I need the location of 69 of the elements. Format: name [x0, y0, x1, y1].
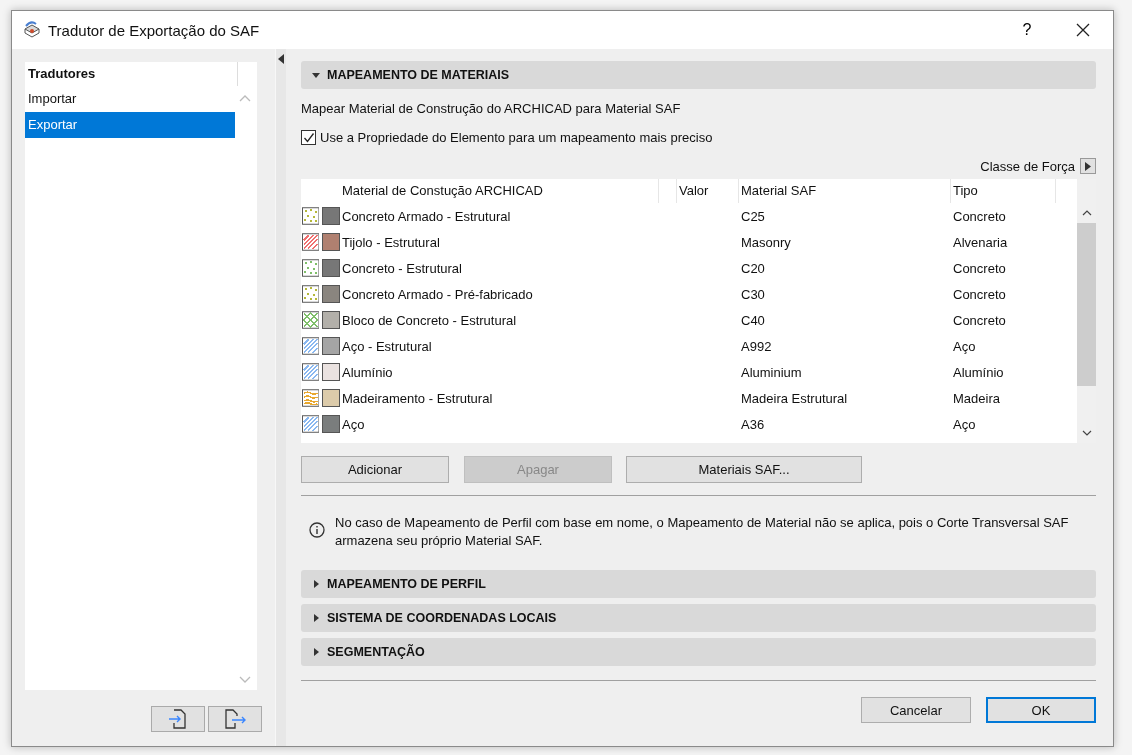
expand-arrow-icon	[311, 613, 321, 623]
table-cell-text: Aluminium	[740, 364, 803, 380]
table-cell-text: Aço	[341, 416, 366, 432]
force-class-button[interactable]	[1080, 158, 1096, 174]
info-icon	[309, 522, 325, 538]
action-button[interactable]: Adicionar	[301, 456, 449, 483]
column-header[interactable]: Material SAF	[739, 179, 951, 203]
section-header[interactable]: SEGMENTAÇÃO	[301, 638, 1096, 666]
table-cell-text: A36	[740, 416, 766, 432]
table-cell-text: Concreto	[952, 260, 1007, 276]
section-title: MAPEAMENTO DE PERFIL	[327, 577, 486, 591]
table-cell-text: C30	[740, 286, 766, 302]
section-header[interactable]: MAPEAMENTO DE PERFIL	[301, 570, 1096, 598]
list-header: Tradutores	[25, 62, 237, 86]
window-title: Tradutor de Exportação do SAF	[48, 21, 260, 39]
section-header[interactable]: SISTEMA DE COORDENADAS LOCAIS	[301, 604, 1096, 632]
section-title: MAPEAMENTO DE MATERIAIS	[327, 68, 510, 82]
table-cell-text: Alumínio	[341, 364, 394, 380]
action-button[interactable]: Materiais SAF...	[626, 456, 862, 483]
collapse-arrow-icon[interactable]	[278, 54, 284, 64]
table-cell-text: Aço	[952, 338, 977, 354]
translator-item[interactable]: Exportar	[25, 112, 235, 138]
table-cell-text: Masonry	[740, 234, 792, 250]
scroll-up-icon[interactable]	[1081, 209, 1092, 217]
checkbox[interactable]	[301, 130, 316, 145]
table-cell-text: Tijolo - Estrutural	[341, 234, 441, 250]
app-icon	[22, 20, 42, 40]
section-title: SEGMENTAÇÃO	[327, 645, 425, 659]
table-cell-text: C20	[740, 260, 766, 276]
table-cell-text: C40	[740, 312, 766, 328]
scroll-down-icon[interactable]	[1081, 429, 1092, 437]
table-cell-text: Bloco de Concreto - Estrutural	[341, 312, 518, 328]
column-header[interactable]: Tipo	[951, 179, 1056, 203]
column-header[interactable]: Material de Constução ARCHICAD	[340, 179, 659, 203]
column-header[interactable]: Valor	[677, 179, 739, 203]
table-cell-text: Alvenaria	[952, 234, 1009, 250]
expand-arrow-icon	[311, 70, 321, 80]
table-cell-text: Concreto	[952, 286, 1007, 302]
checkbox-label: Use a Propriedade do Elemento para um mapeamento mais preciso	[320, 130, 713, 145]
table-cell-text: Madeira Estrutural	[740, 390, 849, 406]
description-text: Mapear Material de Construção do ARCHICAD para Material SAF	[301, 101, 682, 116]
right-arrow-icon	[1085, 161, 1091, 171]
import-file-button[interactable]	[151, 706, 205, 732]
table-cell-text: Aço	[952, 416, 977, 432]
table-cell-text: C25	[740, 208, 766, 224]
expand-arrow-icon	[311, 579, 321, 589]
expand-arrow-icon	[311, 647, 321, 657]
table-cell-text: Madeira	[952, 390, 1001, 406]
export-file-button[interactable]	[208, 706, 262, 732]
table-cell-text: Concreto	[952, 312, 1007, 328]
table-cell-text: Madeiramento - Estrutural	[341, 390, 494, 406]
dialog-button[interactable]: OK	[986, 697, 1096, 723]
table-cell-text: Concreto	[952, 208, 1007, 224]
scrollbar-thumb[interactable]	[1077, 223, 1096, 386]
file-import-icon	[167, 708, 189, 730]
help-button[interactable]: ?	[1005, 21, 1049, 39]
file-export-icon	[223, 708, 247, 730]
force-class-label: Classe de Força	[980, 158, 1075, 174]
table-cell-text: Concreto Armado - Estrutural	[341, 208, 512, 224]
table-cell-text: Concreto Armado - Pré-fabricado	[341, 286, 534, 302]
table-cell-text: A992	[740, 338, 773, 354]
translator-item[interactable]: Importar	[25, 86, 235, 112]
note-text: No caso de Mapeamento de Perfil com base em nome, o Mapeamento de Material não se aplica, pois o Corte Transversal SAF armazena seu próprio Material SAF.	[335, 514, 1070, 550]
table-cell-text: Aço - Estrutural	[341, 338, 433, 354]
table-cell-text: Alumínio	[952, 364, 1005, 380]
table-cell-text: Concreto - Estrutural	[341, 260, 463, 276]
section-title: SISTEMA DE COORDENADAS LOCAIS	[327, 611, 557, 625]
section-header[interactable]: MAPEAMENTO DE MATERIAIS	[301, 61, 1096, 89]
dialog-button[interactable]: Cancelar	[861, 697, 971, 723]
